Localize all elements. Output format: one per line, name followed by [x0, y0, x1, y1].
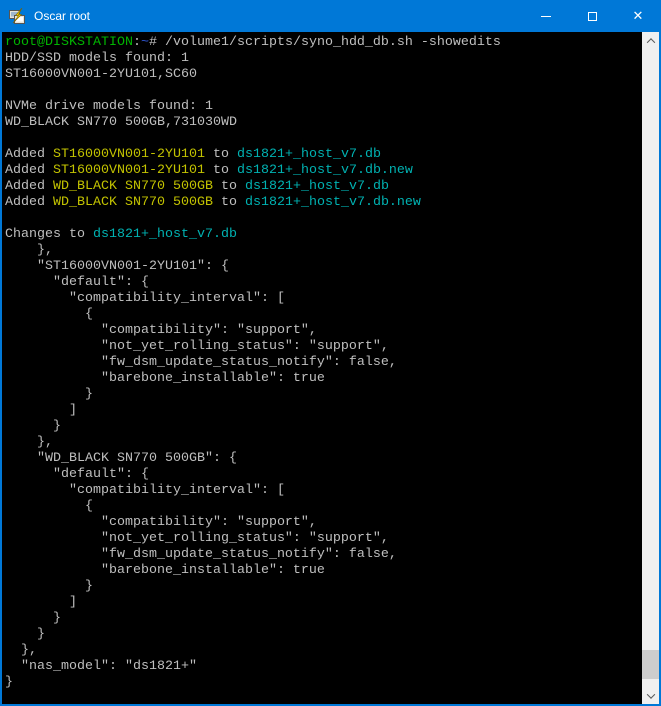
- terminal-line: "default": {: [5, 467, 642, 483]
- terminal-line: Added ST16000VN001-2YU101 to ds1821+_hos…: [5, 147, 642, 163]
- terminal-line: },: [5, 435, 642, 451]
- terminal-line: [5, 211, 642, 227]
- putty-window: Oscar root ✕ root@DISKSTATION:~# /volume…: [0, 0, 661, 706]
- terminal-line: "compatibility_interval": [: [5, 483, 642, 499]
- titlebar[interactable]: Oscar root ✕: [0, 0, 661, 32]
- scroll-up-button[interactable]: [642, 32, 659, 49]
- terminal-line: }: [5, 579, 642, 595]
- terminal-line: WD_BLACK SN770 500GB,731030WD: [5, 115, 642, 131]
- terminal-output[interactable]: root@DISKSTATION:~# /volume1/scripts/syn…: [2, 32, 642, 704]
- terminal-line: "barebone_installable": true: [5, 371, 642, 387]
- terminal-line: "WD_BLACK SN770 500GB": {: [5, 451, 642, 467]
- close-button[interactable]: ✕: [615, 0, 661, 32]
- terminal-line: {: [5, 499, 642, 515]
- terminal-line: "not_yet_rolling_status": "support",: [5, 339, 642, 355]
- terminal-line: }: [5, 387, 642, 403]
- terminal-line: }: [5, 627, 642, 643]
- chevron-down-icon: [646, 690, 654, 698]
- terminal-line: "compatibility": "support",: [5, 323, 642, 339]
- terminal-line: Added WD_BLACK SN770 500GB to ds1821+_ho…: [5, 195, 642, 211]
- scroll-down-button[interactable]: [642, 687, 659, 704]
- minimize-button[interactable]: [523, 0, 569, 32]
- terminal-line: [5, 83, 642, 99]
- maximize-button[interactable]: [569, 0, 615, 32]
- terminal-line: }: [5, 611, 642, 627]
- terminal-line: "compatibility_interval": [: [5, 291, 642, 307]
- minimize-icon: [541, 16, 551, 17]
- scrollbar[interactable]: [642, 32, 659, 704]
- terminal-line: "fw_dsm_update_status_notify": false,: [5, 355, 642, 371]
- terminal-line: HDD/SSD models found: 1: [5, 51, 642, 67]
- window-title: Oscar root: [34, 9, 523, 23]
- terminal-line: ]: [5, 403, 642, 419]
- close-icon: ✕: [633, 10, 644, 23]
- terminal-line: "barebone_installable": true: [5, 563, 642, 579]
- terminal-line: "fw_dsm_update_status_notify": false,: [5, 547, 642, 563]
- terminal-line: "ST16000VN001-2YU101": {: [5, 259, 642, 275]
- terminal-line: }: [5, 419, 642, 435]
- maximize-icon: [588, 12, 597, 21]
- terminal-line: NVMe drive models found: 1: [5, 99, 642, 115]
- terminal-line: "nas_model": "ds1821+": [5, 659, 642, 675]
- window-body: root@DISKSTATION:~# /volume1/scripts/syn…: [0, 32, 661, 706]
- terminal-line: },: [5, 643, 642, 659]
- terminal-line: "compatibility": "support",: [5, 515, 642, 531]
- terminal-line: ]: [5, 595, 642, 611]
- terminal-line: "default": {: [5, 275, 642, 291]
- terminal-line: },: [5, 243, 642, 259]
- scrollbar-thumb[interactable]: [642, 650, 659, 679]
- putty-icon[interactable]: [9, 8, 25, 24]
- chevron-up-icon: [646, 38, 654, 46]
- terminal-line: Changes to ds1821+_host_v7.db: [5, 227, 642, 243]
- terminal-line: {: [5, 307, 642, 323]
- terminal-line: "not_yet_rolling_status": "support",: [5, 531, 642, 547]
- terminal-line: Added WD_BLACK SN770 500GB to ds1821+_ho…: [5, 179, 642, 195]
- terminal-line: [5, 131, 642, 147]
- terminal-line: Added ST16000VN001-2YU101 to ds1821+_hos…: [5, 163, 642, 179]
- terminal-line: ST16000VN001-2YU101,SC60: [5, 67, 642, 83]
- terminal-line: }: [5, 675, 642, 691]
- terminal-line: root@DISKSTATION:~# /volume1/scripts/syn…: [5, 35, 642, 51]
